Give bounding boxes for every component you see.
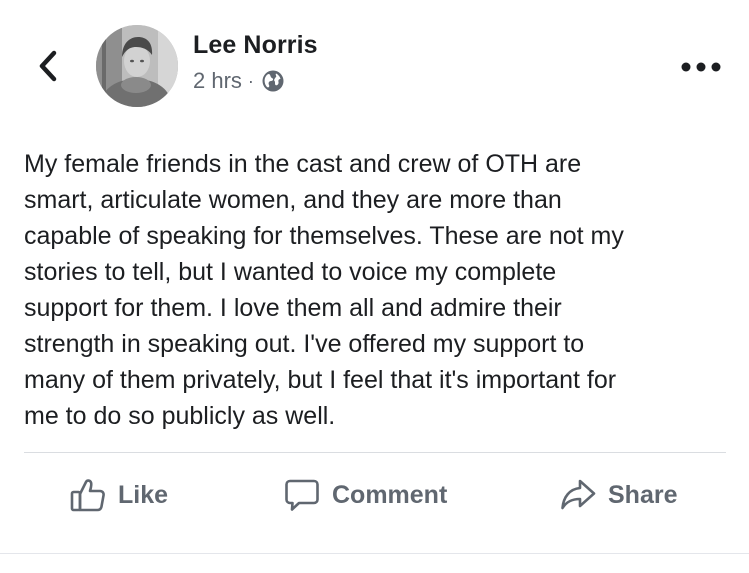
share-arrow-icon (561, 479, 596, 510)
post-text: My female friends in the cast and crew o… (24, 150, 624, 430)
post-page: Lee Norris 2 hrs · My female friends in … (0, 0, 749, 573)
back-button[interactable] (28, 44, 68, 88)
author-name[interactable]: Lee Norris (193, 31, 318, 60)
more-options-button[interactable] (676, 52, 726, 82)
like-button[interactable]: Like (70, 470, 168, 520)
action-divider (24, 452, 726, 453)
post-bottom-divider (0, 553, 749, 554)
more-options-icon (681, 62, 721, 72)
thumbs-up-icon (70, 479, 105, 512)
avatar-photo (96, 25, 178, 107)
comment-button[interactable]: Comment (284, 470, 447, 520)
timestamp[interactable]: 2 hrs (193, 68, 242, 94)
share-label: Share (608, 480, 678, 509)
like-label: Like (118, 480, 169, 509)
share-button[interactable]: Share (560, 470, 677, 520)
chevron-left-icon (39, 50, 57, 82)
comment-icon (285, 479, 319, 511)
post-meta: 2 hrs · (193, 68, 285, 94)
globe-icon[interactable] (261, 69, 285, 93)
meta-separator: · (247, 70, 254, 91)
comment-label: Comment (332, 480, 448, 509)
avatar[interactable] (96, 25, 178, 107)
